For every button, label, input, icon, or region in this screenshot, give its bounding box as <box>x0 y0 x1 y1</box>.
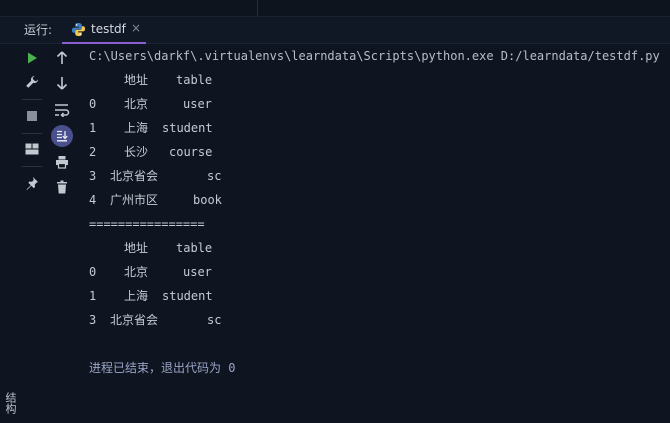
table1-row4-table: book <box>193 193 222 207</box>
table1-row4-address: 广州市区 <box>110 193 159 207</box>
table2-row0-address: 北京 <box>124 265 149 279</box>
table1-row0-table: user <box>183 97 212 111</box>
separator-line: ================ <box>89 217 205 231</box>
console-output[interactable]: C:\Users\darkf\.virtualenvs\learndata\Sc… <box>89 44 664 414</box>
structure-label: 结构 <box>4 392 17 414</box>
run-toolbar-right <box>48 44 76 423</box>
arrow-up-icon[interactable] <box>50 46 74 70</box>
table1-row3-table: sc <box>207 169 222 183</box>
table1-row1-index: 1 <box>89 121 97 135</box>
soft-wrap-icon[interactable] <box>50 98 74 122</box>
trash-icon[interactable] <box>50 175 74 199</box>
table1-row3-address: 北京省会 <box>110 169 159 183</box>
table1-row4-index: 4 <box>89 193 97 207</box>
toolbar-separator <box>22 166 42 167</box>
toolbar-separator <box>22 99 42 100</box>
command-line: C:\Users\darkf\.virtualenvs\learndata\Sc… <box>89 49 660 63</box>
table2-row1-table: student <box>162 289 213 303</box>
run-icon[interactable] <box>20 46 44 70</box>
table2-header-address: 地址 <box>124 241 149 255</box>
table1-header-address: 地址 <box>124 73 149 87</box>
tab-testdf[interactable]: testdf × <box>62 17 146 44</box>
table2-row1-index: 1 <box>89 289 97 303</box>
arrow-down-icon[interactable] <box>50 71 74 95</box>
table2-row0-table: user <box>183 265 212 279</box>
run-label: 运行: <box>24 23 53 37</box>
structure-side-tab[interactable]: 结构 <box>0 392 17 423</box>
pin-icon[interactable] <box>20 171 44 195</box>
run-tool-window: 运行: testdf × 结构 C:\Users\darkf\.virtuale… <box>0 0 670 423</box>
print-icon[interactable] <box>50 150 74 174</box>
table1-row1-table: student <box>162 121 213 135</box>
table1-row1-address: 上海 <box>124 121 149 135</box>
table2-row1-address: 上海 <box>124 289 149 303</box>
process-exit-message: 进程已结束，退出代码为 0 <box>89 361 236 375</box>
table2-row2-table: sc <box>207 313 222 327</box>
run-toolbar-left <box>18 44 46 423</box>
toolbar-separator <box>22 133 42 134</box>
scroll-to-end-active <box>51 125 73 147</box>
python-icon <box>71 22 86 37</box>
run-tab-bar: 运行: testdf × <box>0 17 670 44</box>
table2-row2-address: 北京省会 <box>110 313 159 327</box>
table2-row2-index: 3 <box>89 313 97 327</box>
stop-icon[interactable] <box>20 104 44 128</box>
wrench-icon[interactable] <box>20 70 44 94</box>
table2-header-table: table <box>176 241 213 255</box>
top-divider <box>257 0 258 16</box>
table1-row0-address: 北京 <box>124 97 149 111</box>
table1-row2-address: 长沙 <box>124 145 149 159</box>
table2-row0-index: 0 <box>89 265 97 279</box>
tab-label: testdf <box>91 22 126 36</box>
table1-header-table: table <box>176 73 213 87</box>
editor-top-strip <box>0 0 670 17</box>
table1-row2-index: 2 <box>89 145 97 159</box>
table1-row0-index: 0 <box>89 97 97 111</box>
layout-icon[interactable] <box>20 137 44 161</box>
close-icon[interactable]: × <box>131 21 141 35</box>
scroll-to-end-icon[interactable] <box>50 124 74 148</box>
table1-row3-index: 3 <box>89 169 97 183</box>
table1-row2-table: course <box>169 145 213 159</box>
